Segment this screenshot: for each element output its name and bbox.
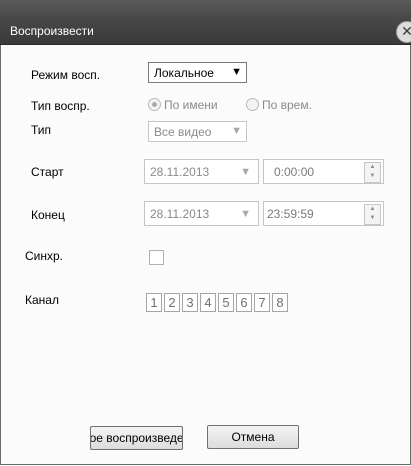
- start-time-spinner[interactable]: 0:00:00 ▲ ▼: [263, 159, 384, 184]
- type-value: Все видео: [154, 125, 212, 139]
- spin-buttons[interactable]: ▲ ▼: [364, 162, 381, 183]
- local-playback-button[interactable]: Локальное воспроизведение: [90, 426, 183, 450]
- end-date-value: 28.11.2013: [150, 207, 210, 221]
- spin-buttons[interactable]: ▲ ▼: [364, 204, 381, 225]
- end-label: Конец: [31, 208, 65, 222]
- end-time-value: 23:59:59: [267, 207, 314, 221]
- radio-by-name[interactable]: По имени: [148, 98, 218, 114]
- type-select[interactable]: Все видео ▼: [148, 121, 247, 142]
- spin-down-icon[interactable]: ▼: [365, 214, 380, 223]
- cancel-label: Отмена: [231, 430, 275, 444]
- start-label: Старт: [31, 165, 64, 179]
- radio-selected-icon: [148, 98, 161, 111]
- radio-by-time[interactable]: По врем.: [246, 98, 312, 114]
- end-time-spinner[interactable]: 23:59:59 ▲ ▼: [263, 201, 384, 226]
- radio-by-name-label: По имени: [164, 98, 218, 112]
- channel-7-button[interactable]: 7: [254, 293, 270, 312]
- mode-value: Локальное: [154, 66, 214, 80]
- chevron-down-icon: ▼: [240, 166, 251, 178]
- spin-up-icon[interactable]: ▲: [365, 163, 380, 172]
- channel-4-button[interactable]: 4: [200, 293, 216, 312]
- chevron-down-icon: ▼: [231, 125, 242, 137]
- end-date-picker[interactable]: 28.11.2013 ▼: [144, 201, 259, 226]
- playback-type-label: Тип воспр.: [31, 99, 90, 113]
- start-time-value: 0:00:00: [274, 165, 315, 179]
- radio-by-time-label: По врем.: [262, 98, 312, 112]
- start-date-picker[interactable]: 28.11.2013 ▼: [144, 159, 259, 184]
- channel-1-button[interactable]: 1: [146, 293, 162, 312]
- channel-6-button[interactable]: 6: [236, 293, 252, 312]
- sync-label: Синхр.: [25, 249, 64, 263]
- channel-label: Канал: [25, 293, 59, 307]
- local-playback-label: Локальное воспроизведение: [90, 431, 183, 445]
- spin-up-icon[interactable]: ▲: [365, 205, 380, 214]
- sync-checkbox[interactable]: [149, 250, 164, 265]
- chevron-down-icon: ▼: [231, 66, 242, 78]
- cancel-button[interactable]: Отмена: [207, 425, 299, 449]
- channel-2-button[interactable]: 2: [164, 293, 180, 312]
- channel-5-button[interactable]: 5: [218, 293, 234, 312]
- channel-3-button[interactable]: 3: [182, 293, 198, 312]
- chevron-down-icon: ▼: [240, 208, 251, 220]
- mode-label: Режим восп.: [31, 68, 101, 82]
- channel-8-button[interactable]: 8: [272, 293, 288, 312]
- spin-down-icon[interactable]: ▼: [365, 172, 380, 181]
- window-titlebar: Воспроизвести ✕: [0, 0, 411, 45]
- start-date-value: 28.11.2013: [150, 165, 210, 179]
- type-label: Тип: [31, 123, 52, 137]
- close-icon: ✕: [401, 23, 411, 39]
- radio-unselected-icon: [246, 98, 259, 111]
- playback-dialog: Режим восп. Локальное ▼ Тип воспр. По им…: [0, 45, 411, 465]
- close-button[interactable]: ✕: [396, 21, 411, 43]
- window-title: Воспроизвести: [10, 24, 94, 38]
- mode-select[interactable]: Локальное ▼: [148, 62, 247, 83]
